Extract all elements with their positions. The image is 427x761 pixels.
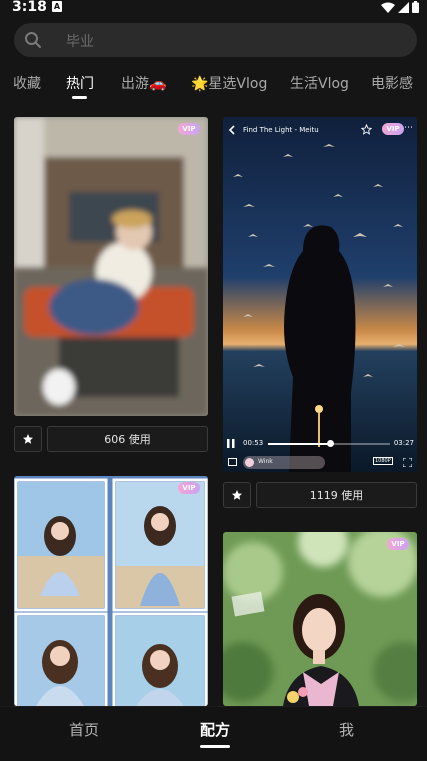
progress-knob[interactable]: [326, 440, 334, 447]
category-tabs: 收藏 热门 出游🚗 🌟星选Vlog 生活Vlog 电影感: [0, 70, 427, 100]
template-thumbnail: [223, 532, 417, 706]
tab-cinematic[interactable]: 电影感: [371, 73, 413, 93]
effect-avatar: [245, 458, 254, 467]
fullscreen-icon[interactable]: [403, 458, 412, 467]
progress-fill: [268, 443, 331, 445]
favorite-button[interactable]: [14, 426, 42, 452]
tab-life-vlog[interactable]: 生活Vlog: [290, 73, 349, 93]
more-icon[interactable]: ⋯: [404, 123, 413, 133]
template-card[interactable]: Find The Light - Meitu VIP ⋯ 00:53 03:27…: [223, 117, 417, 472]
template-thumbnail: [14, 117, 208, 416]
tab-active-indicator: [72, 96, 87, 99]
star-icon[interactable]: [361, 124, 372, 135]
wifi-icon: [381, 2, 395, 13]
tab-outing[interactable]: 出游🚗: [121, 73, 166, 93]
back-arrow-icon[interactable]: [228, 125, 236, 135]
star-icon: [232, 490, 242, 500]
nav-home[interactable]: 首页: [69, 719, 99, 740]
pause-icon[interactable]: [227, 439, 235, 448]
bottom-nav: 首页 配方 我: [0, 706, 427, 761]
use-template-button[interactable]: 606 使用: [47, 426, 208, 452]
search-icon: [25, 32, 41, 48]
nav-me[interactable]: 我: [339, 719, 354, 740]
effect-chip[interactable]: Wink: [243, 456, 325, 469]
usage-row: 1119 使用: [223, 482, 417, 508]
player-footer: Wink 1080P: [223, 455, 417, 471]
template-thumbnail: [223, 117, 417, 472]
subtitle-icon[interactable]: [228, 458, 237, 466]
search-bar[interactable]: 毕业: [14, 23, 417, 57]
vip-badge: VIP: [178, 482, 200, 494]
playback-controls: 00:53 03:27: [223, 435, 417, 455]
usage-row: 606 使用: [14, 426, 208, 452]
total-time: 03:27: [393, 439, 414, 447]
star-icon: [23, 434, 33, 444]
search-input[interactable]: 毕业: [66, 31, 94, 51]
template-card[interactable]: VIP: [223, 532, 417, 706]
vip-badge: VIP: [382, 123, 404, 135]
nav-recipes[interactable]: 配方: [200, 719, 230, 740]
status-icons: [381, 1, 419, 13]
player-title: Find The Light - Meitu: [243, 126, 319, 134]
notification-icon: A: [52, 1, 62, 12]
effect-label: Wink: [258, 458, 273, 465]
template-card[interactable]: VIP: [14, 117, 208, 416]
signal-icon: [398, 1, 409, 13]
vip-badge: VIP: [178, 123, 200, 135]
favorite-button[interactable]: [223, 482, 251, 508]
vip-badge: VIP: [387, 538, 409, 550]
template-card[interactable]: VIP: [14, 476, 208, 706]
battery-icon: [412, 1, 419, 13]
tab-star-vlog[interactable]: 🌟星选Vlog: [191, 73, 267, 93]
quality-badge[interactable]: 1080P: [373, 457, 393, 465]
status-bar: 3:18 A: [0, 0, 427, 16]
tab-favorites[interactable]: 收藏: [13, 73, 41, 93]
current-time: 00:53: [243, 439, 264, 447]
tab-hot[interactable]: 热门: [66, 73, 94, 93]
template-thumbnail: [14, 476, 208, 706]
use-template-button[interactable]: 1119 使用: [256, 482, 417, 508]
nav-active-indicator: [200, 745, 230, 748]
status-time: 3:18: [12, 0, 47, 15]
